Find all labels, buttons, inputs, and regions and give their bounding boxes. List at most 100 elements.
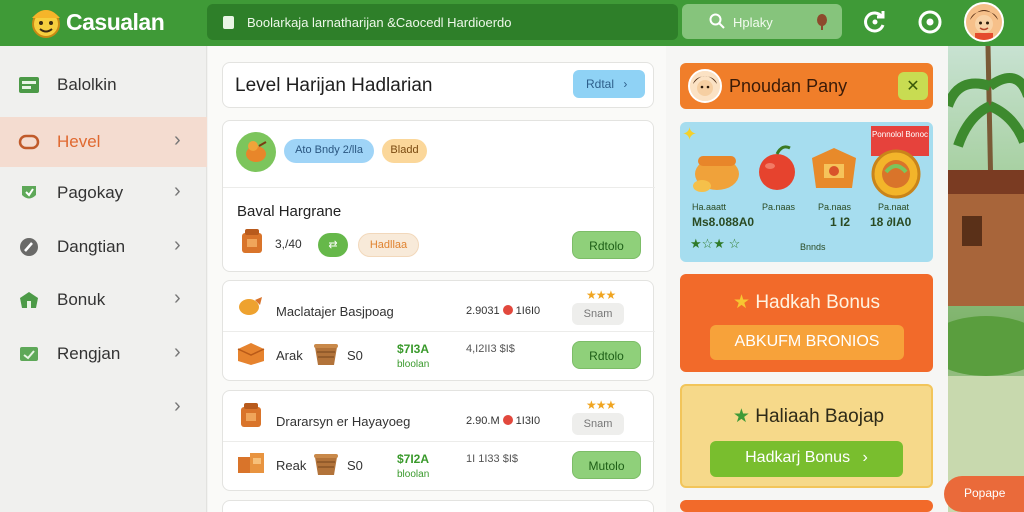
bonus-button-1[interactable]: ABKUFM BRONIOS [710, 325, 904, 360]
level-header-card: Level Harijan Hadlarian Rdtal › [222, 62, 654, 108]
crate-icon [239, 227, 265, 260]
rating-stars: ★★★ [586, 288, 616, 302]
rating-stars: ★★★ [586, 398, 616, 412]
inbox-icon [19, 77, 39, 93]
shop-bottom-label: Bnnds [800, 242, 826, 252]
crates-icon [236, 449, 266, 480]
feature-tag-orange: Hadllaa [358, 233, 419, 257]
mic-icon[interactable] [817, 14, 827, 30]
sidebar-item-balolkin[interactable]: Balolkin [0, 60, 207, 110]
feature-item-icon [236, 132, 276, 172]
feature-value: 3,/40 [275, 237, 302, 251]
row-action-button[interactable]: Rdtolo [572, 341, 641, 369]
sidebar-item-label: Hevel [57, 132, 101, 151]
row-price: $7I2A [397, 452, 430, 466]
feature-action-button[interactable]: Rdtolo [572, 231, 641, 259]
row-price-secondary: 4,I2II3 $I$ [466, 343, 515, 355]
row-item-label: Arak [276, 348, 303, 363]
bonus-card-title: ★ Haliaah Baojap [732, 406, 885, 427]
app-title[interactable]: Casualan [66, 9, 165, 36]
popup-button[interactable]: Popape [944, 476, 1024, 512]
row-secondary-button[interactable]: Snam [572, 413, 624, 435]
bonus-card-3 [680, 500, 933, 512]
url-text: Boolarkaja larnatharijan &Caocedl Hardio… [247, 15, 512, 30]
page-title: Level Harijan Hadlarian [235, 75, 433, 96]
row-count: S0 [347, 348, 363, 363]
sidebar-item-label: Pagokay [57, 183, 124, 202]
row-title: Drararsyn er Hayayoeg [276, 414, 411, 429]
star-icon: ★ [732, 406, 750, 427]
row-price-sub: bloolan [397, 359, 430, 370]
shop-small-label: Pa.naas [818, 202, 852, 212]
shop-item-price: Ms8.088A0 [692, 215, 755, 229]
shop-small-label: Pa.naas [762, 202, 796, 212]
list-item [222, 500, 654, 512]
chevron-right-icon: › [174, 234, 181, 256]
url-bar[interactable]: Boolarkaja larnatharijan &Caocedl Hardio… [207, 4, 678, 40]
status-badge: ⇄ [318, 233, 348, 257]
chevron-right-icon: › [174, 180, 181, 202]
pot-icon [693, 156, 739, 192]
row-stat: 2.9031 1I6I0 [466, 305, 541, 317]
shop-item-price: 1 I2 [830, 215, 851, 229]
feature-tag: Ato Bndy 2/lla [284, 139, 374, 163]
shop-stars: ★☆★ ☆ [690, 236, 741, 251]
search-input[interactable]: Hplaky [682, 4, 842, 39]
level-icon [18, 134, 40, 150]
row-stat: 2.90.M 1I3I0 [466, 415, 541, 427]
alert-icon [502, 415, 513, 425]
box-icon [236, 341, 266, 370]
refresh-icon[interactable] [862, 9, 888, 35]
promo-header: Pnoudan Pany ✕ [680, 63, 933, 109]
settings-icon[interactable] [917, 9, 943, 35]
sidebar-item-pagokay[interactable]: Pagokay › [0, 168, 207, 218]
shop-item-price: 18 ∂IA0 [870, 215, 912, 229]
crate-icon [238, 401, 264, 434]
search-placeholder: Hplaky [733, 15, 773, 30]
arrow-right-icon: › [623, 77, 628, 91]
sidebar-item-more[interactable]: › [0, 383, 207, 433]
coin-bag-icon [237, 293, 265, 322]
search-icon [709, 13, 725, 29]
sidebar-item-rengjan[interactable]: Rengjan › [0, 329, 207, 379]
main-panel: Level Harijan Hadlarian Rdtal › Ato Bndy… [208, 46, 666, 512]
divider [223, 441, 655, 442]
feature-badge: Bladd [382, 139, 427, 163]
apple-icon [759, 145, 795, 190]
sidebar-item-bonuk[interactable]: Bonuk › [0, 275, 207, 325]
avatar[interactable] [964, 2, 1004, 42]
header-action-button[interactable]: Rdtal › [573, 70, 645, 98]
sidebar-item-dangtian[interactable]: Dangtian › [0, 222, 207, 272]
sidebar-item-label: Rengjan [57, 344, 121, 363]
chevron-right-icon: › [174, 129, 181, 151]
divider [223, 331, 655, 332]
shop-banner[interactable]: ✦ Ponnolol Bonoc Ha.aaatt Pa.naas Pa.naa… [680, 122, 933, 262]
background-scene [948, 46, 1024, 512]
chevron-right-icon: › [862, 449, 868, 466]
row-item-label: Reak [276, 458, 307, 473]
row-title: Maclatajer Basjpoag [276, 304, 394, 319]
list-item: Maclatajer Basjpoag 2.9031 1I6I0 ★★★ Snam… [222, 280, 655, 381]
promo-panel: Pnoudan Pany ✕ ✦ Ponnolol Bonoc Ha.aaatt… [666, 46, 948, 512]
row-secondary-button[interactable]: Snam [572, 303, 624, 325]
basket-icon [312, 449, 340, 482]
alert-icon [502, 305, 513, 315]
bonus-card-2: ★ Haliaah Baojap Hadkarj Bonus › [680, 384, 933, 488]
header-action-label: Rdtal [586, 77, 615, 91]
sidebar-item-hevel[interactable]: Hevel › [0, 117, 207, 167]
list-item: Drararsyn er Hayayoeg 2.90.M 1I3I0 ★★★ Sn… [222, 390, 655, 491]
app-logo[interactable] [26, 4, 66, 42]
sidebar: Balolkin Hevel › Pagokay › Dangtian › Bo… [0, 46, 207, 512]
avatar [688, 69, 722, 103]
close-button[interactable]: ✕ [898, 72, 928, 100]
basket-icon [312, 339, 340, 372]
chevron-right-icon: › [174, 287, 181, 309]
feature-subtitle: Baval Hargrane [237, 203, 342, 220]
bonus-button-2[interactable]: Hadkarj Bonus › [710, 441, 903, 477]
chevron-right-icon: › [174, 341, 181, 363]
divider [223, 187, 655, 188]
bag-icon [20, 347, 38, 361]
chevron-right-icon: › [174, 395, 181, 417]
row-action-button[interactable]: Mutolo [572, 451, 641, 479]
lantern-icon [812, 148, 856, 188]
